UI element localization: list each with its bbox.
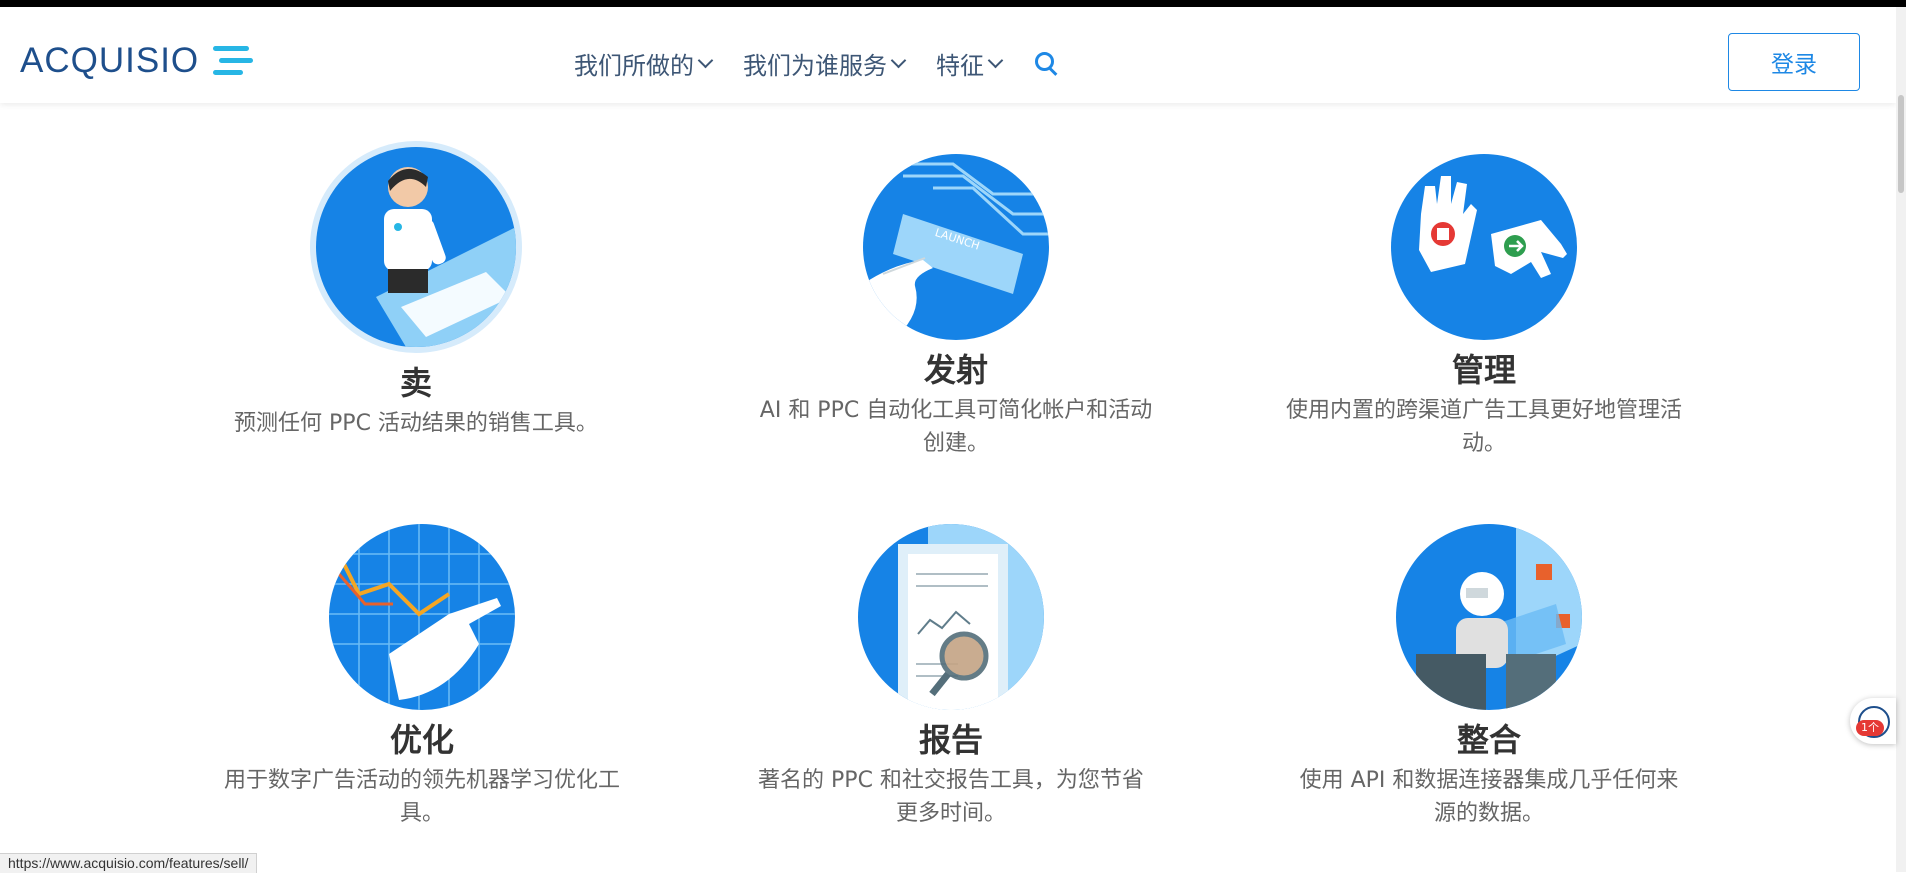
stop-go-hands-illustration-icon bbox=[1391, 154, 1577, 340]
vertical-scrollbar[interactable] bbox=[1896, 7, 1906, 872]
chevron-down-icon bbox=[987, 52, 1004, 68]
chevron-down-icon bbox=[697, 52, 714, 68]
chevron-down-icon bbox=[890, 52, 907, 68]
report-magnifier-illustration-icon bbox=[858, 524, 1044, 710]
feature-description: 预测任何 PPC 活动结果的销售工具。 bbox=[234, 411, 598, 436]
nav-item-what-we-do[interactable]: 我们所做的 bbox=[574, 46, 714, 81]
nav-item-label: 我们所做的 bbox=[574, 51, 694, 80]
feature-description: 著名的 PPC 和社交报告工具，为您节省更多时间。 bbox=[758, 768, 1144, 826]
feature-title: 报告 bbox=[918, 721, 983, 759]
feature-description: AI 和 PPC 自动化工具可简化帐户和活动创建。 bbox=[759, 398, 1153, 456]
nav-item-who-we-serve[interactable]: 我们为谁服务 bbox=[743, 46, 907, 81]
logo-text: ACQUISIO bbox=[20, 41, 200, 80]
login-button[interactable]: 登录 bbox=[1728, 33, 1860, 91]
nav-item-label: 我们为谁服务 bbox=[743, 51, 887, 80]
robot-integration-illustration-icon bbox=[1396, 524, 1582, 710]
feature-report[interactable]: 报告 著名的 PPC 和社交报告工具，为您节省更多时间。 bbox=[721, 524, 1181, 830]
link-status-bar: https://www.acquisio.com/features/sell/ bbox=[0, 853, 258, 873]
feature-description: 用于数字广告活动的领先机器学习优化工具。 bbox=[223, 768, 620, 826]
salesperson-illustration-icon bbox=[310, 141, 522, 353]
feature-title: 管理 bbox=[1451, 351, 1516, 389]
nav-item-features[interactable]: 特征 bbox=[936, 46, 1004, 81]
nav-item-label: 特征 bbox=[936, 51, 984, 80]
feature-description: 使用内置的跨渠道广告工具更好地管理活动。 bbox=[1285, 398, 1682, 456]
search-icon[interactable] bbox=[1033, 50, 1059, 76]
notification-badge: 1个 bbox=[1856, 720, 1884, 736]
browser-top-strip bbox=[0, 0, 1906, 7]
chart-pointing-hand-illustration-icon bbox=[329, 524, 515, 710]
launch-button-illustration-icon: LAUNCH bbox=[863, 154, 1049, 340]
chat-widget-button[interactable]: 1个 bbox=[1850, 698, 1896, 744]
feature-manage[interactable]: 管理 使用内置的跨渠道广告工具更好地管理活动。 bbox=[1254, 154, 1714, 460]
feature-title: 卖 bbox=[399, 364, 432, 402]
feature-title: 发射 bbox=[923, 351, 988, 389]
feature-launch[interactable]: LAUNCH 发射 AI 和 PPC 自动化工具可简化帐户和活动创建。 bbox=[726, 154, 1186, 460]
feature-integrate[interactable]: 整合 使用 API 和数据连接器集成几乎任何来源的数据。 bbox=[1259, 524, 1719, 830]
site-header: ACQUISIO 我们所做的 我们为谁服务 特征 登录 bbox=[0, 7, 1896, 103]
feature-description: 使用 API 和数据连接器集成几乎任何来源的数据。 bbox=[1299, 768, 1679, 826]
feature-sell[interactable]: 卖 预测任何 PPC 活动结果的销售工具。 bbox=[186, 141, 646, 440]
scrollbar-thumb[interactable] bbox=[1898, 95, 1904, 193]
feature-title: 优化 bbox=[389, 721, 454, 759]
feature-title: 整合 bbox=[1456, 721, 1521, 759]
logo-lines-icon bbox=[213, 46, 254, 76]
feature-optimize[interactable]: 优化 用于数字广告活动的领先机器学习优化工具。 bbox=[192, 524, 652, 830]
main-nav: 我们所做的 我们为谁服务 特征 bbox=[574, 43, 1059, 83]
acquisio-logo[interactable]: ACQUISIO bbox=[20, 41, 254, 81]
